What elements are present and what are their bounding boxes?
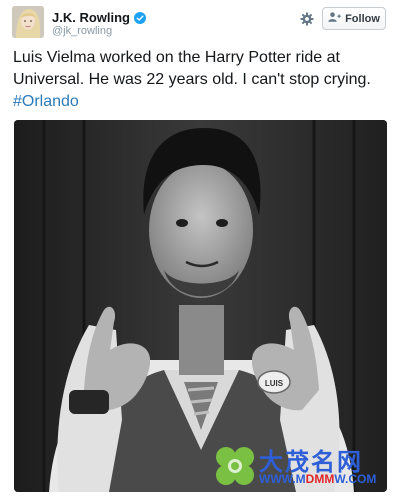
watermark-url-prefix: WWW.M bbox=[259, 472, 306, 486]
verified-badge-icon bbox=[134, 11, 146, 24]
tweet-text: Luis Vielma worked on the Harry Potter r… bbox=[13, 47, 393, 113]
name-row: J.K. Rowling bbox=[52, 9, 146, 25]
watermark-url: WWW.MDMMW.COM bbox=[259, 472, 376, 486]
user-handle[interactable]: @jk_rowling bbox=[52, 25, 112, 37]
tweet-photo[interactable]: LUIS bbox=[14, 120, 387, 492]
gear-icon[interactable] bbox=[297, 9, 317, 29]
tweet-text-main: Luis Vielma worked on the Harry Potter r… bbox=[13, 49, 371, 88]
follow-user-icon bbox=[328, 12, 341, 25]
hashtag-link[interactable]: #Orlando bbox=[13, 93, 79, 110]
name-badge-text: LUIS bbox=[265, 379, 284, 388]
watermark-url-suffix: W.COM bbox=[334, 472, 377, 486]
tweet-header: J.K. Rowling @jk_rowling Follow bbox=[0, 0, 400, 44]
follow-button[interactable]: Follow bbox=[322, 7, 386, 30]
follow-button-label: Follow bbox=[345, 12, 380, 25]
display-name[interactable]: J.K. Rowling bbox=[52, 10, 130, 25]
user-avatar[interactable] bbox=[12, 6, 44, 38]
watermark: 大茂名网 WWW.MDMMW.COM bbox=[213, 442, 393, 490]
clover-logo-icon bbox=[216, 447, 254, 485]
watermark-url-middle: DMM bbox=[305, 472, 335, 486]
